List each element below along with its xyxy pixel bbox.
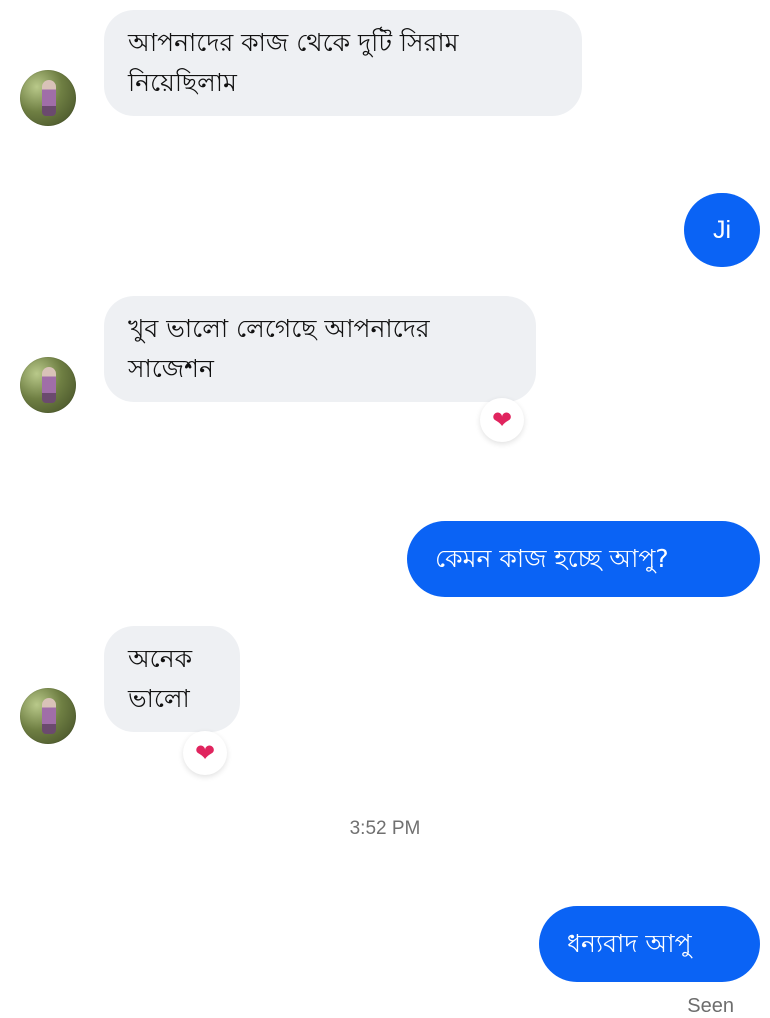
heart-icon[interactable]: ❤	[480, 398, 524, 442]
incoming-message[interactable]: আপনাদের কাজ থেকে দুটি সিরাম নিয়েছিলাম	[104, 10, 582, 116]
contact-avatar[interactable]	[20, 688, 76, 744]
seen-status: Seen	[687, 995, 734, 1017]
outgoing-message[interactable]: কেমন কাজ হচ্ছে আপু?	[407, 521, 760, 597]
chat-thread: আপনাদের কাজ থেকে দুটি সিরাম নিয়েছিলাম J…	[0, 0, 770, 1017]
contact-avatar[interactable]	[20, 357, 76, 413]
contact-avatar[interactable]	[20, 70, 76, 126]
outgoing-message[interactable]: ধন্যবাদ আপু	[539, 906, 760, 982]
message-timestamp: 3:52 PM	[349, 818, 421, 839]
heart-icon[interactable]: ❤	[183, 731, 227, 775]
incoming-message[interactable]: খুব ভালো লেগেছে আপনাদের সাজেশন	[104, 296, 536, 402]
outgoing-message[interactable]: Ji	[684, 193, 760, 267]
incoming-message[interactable]: অনেক ভালো	[104, 626, 240, 732]
